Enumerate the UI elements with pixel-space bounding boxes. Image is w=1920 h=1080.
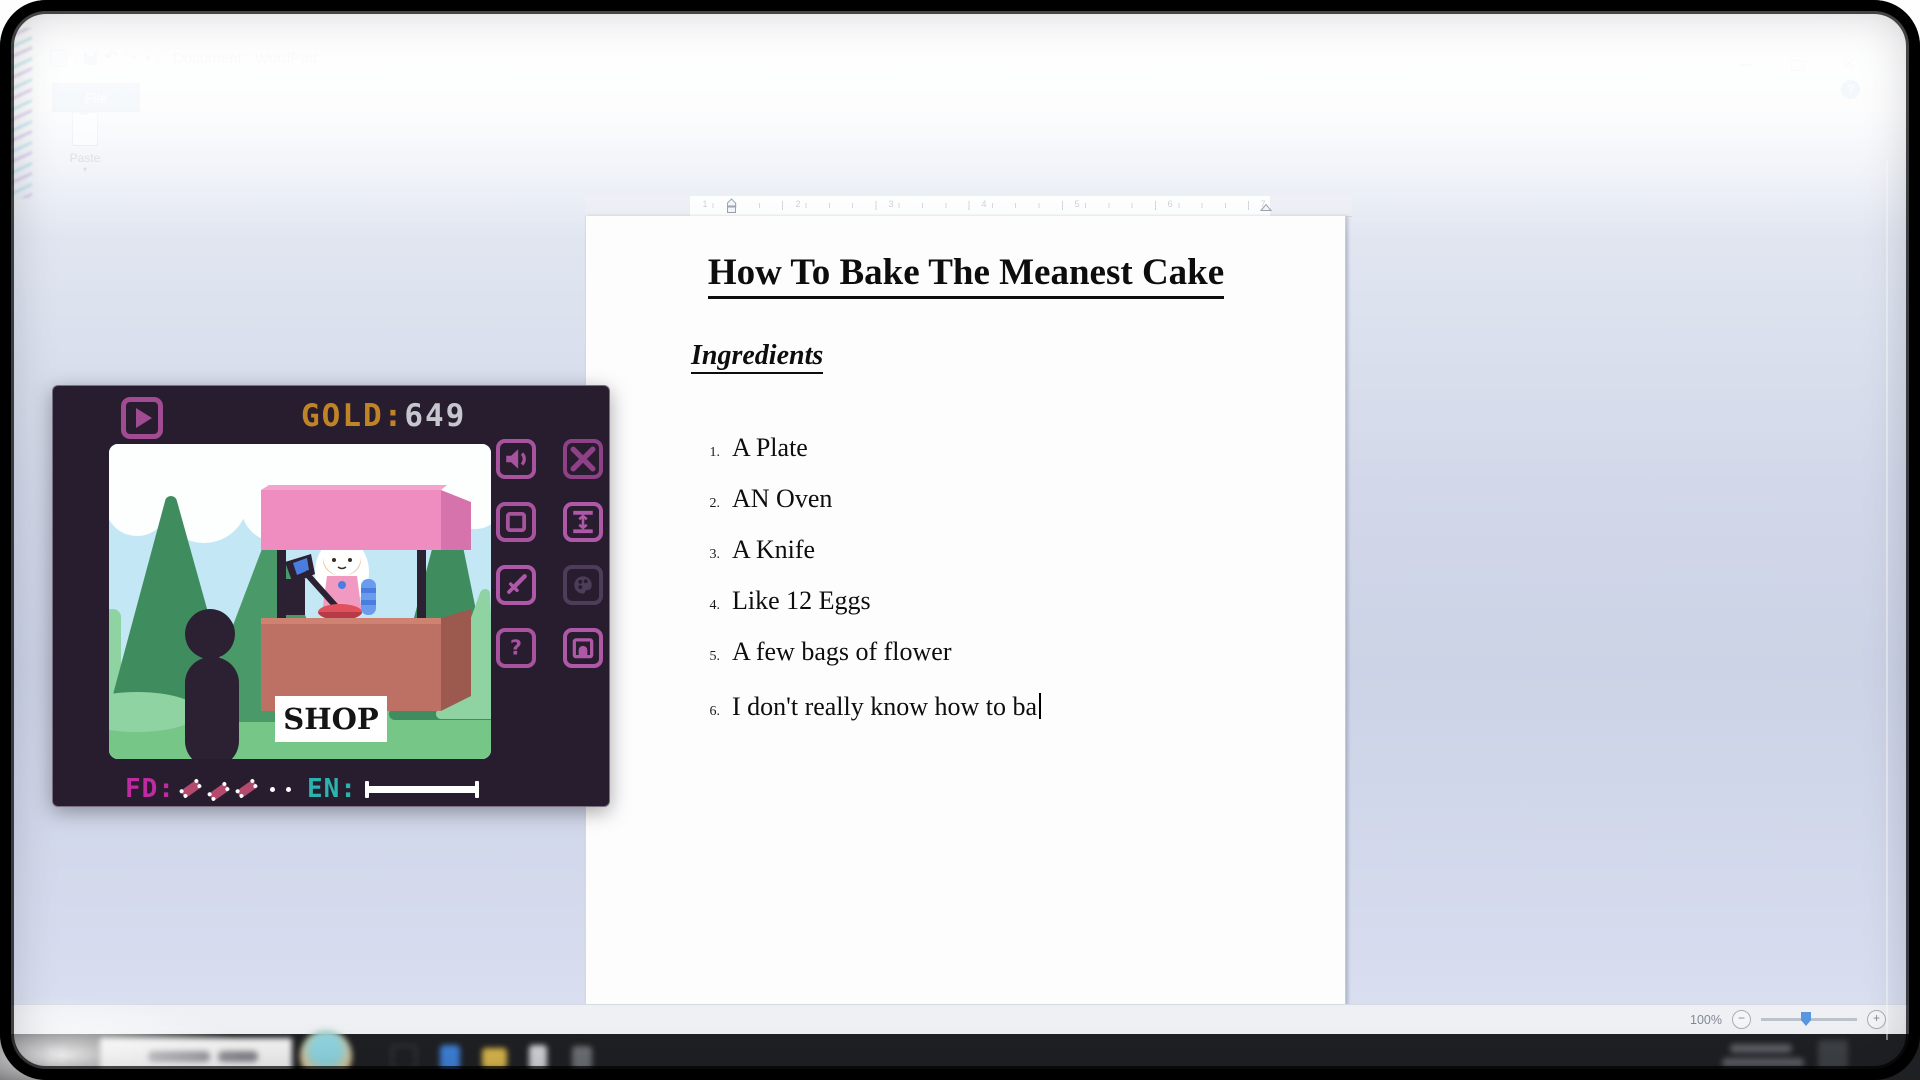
list-item: 3. A Knife <box>698 536 1041 569</box>
palette-button-disabled[interactable] <box>563 565 603 605</box>
close-x-icon <box>570 446 596 472</box>
play-icon <box>136 408 152 428</box>
speaker-icon <box>503 446 529 472</box>
shop-sign: SHOP <box>275 696 387 742</box>
section-heading: Ingredients <box>691 340 823 374</box>
indent-marker-left[interactable] <box>726 198 737 214</box>
energy-bar <box>365 781 479 798</box>
zoom-slider-thumb[interactable] <box>1801 1012 1811 1026</box>
play-button[interactable] <box>121 397 163 439</box>
ruler-left-margin <box>585 196 690 216</box>
ruler: 1 2 3 4 5 6 7 <box>585 196 1352 217</box>
zoom-in-button[interactable]: + <box>1867 1010 1886 1029</box>
window-title: Document - WordPad <box>173 50 317 67</box>
taskbar-search-input[interactable] <box>100 1038 292 1075</box>
zoom-level: 100% <box>1690 1013 1722 1027</box>
food-empty-dot <box>286 787 291 792</box>
document-title: How To Bake The Meanest Cake <box>708 252 1224 299</box>
zoom-widget: 100% − + <box>1690 1010 1886 1029</box>
taskbar <box>0 1034 1920 1080</box>
window-mode-button[interactable] <box>496 502 536 542</box>
zoom-out-button[interactable]: − <box>1732 1010 1751 1029</box>
redo-icon[interactable]: ↷ <box>125 51 138 65</box>
square-icon <box>503 509 529 535</box>
undo-icon[interactable]: ↶ <box>104 51 117 65</box>
help-game-button[interactable]: ? <box>496 628 536 668</box>
taskbar-app-light[interactable] <box>516 1036 560 1080</box>
indent-marker-right[interactable] <box>1260 203 1272 212</box>
food-label: FD: <box>125 774 175 804</box>
screen: | ↶ ↷ ▾ | Document - WordPad ✕ ? File Pa… <box>0 0 1920 1080</box>
paste-button[interactable]: Paste ▾ <box>58 112 112 186</box>
game-window: GOLD:649 <box>52 385 610 807</box>
list-item: 2. AN Oven <box>698 485 1041 518</box>
document-page[interactable]: How To Bake The Meanest Cake Ingredients… <box>585 216 1346 1006</box>
status-bar: 100% − + <box>0 1004 1920 1035</box>
list-item: 5. A few bags of flower <box>698 638 1041 671</box>
cortana-orb-icon[interactable] <box>300 1030 352 1080</box>
start-button[interactable] <box>48 1047 66 1065</box>
shop-stall-icon <box>570 635 596 661</box>
tab-file[interactable]: File <box>52 83 140 112</box>
text-cursor <box>1039 693 1041 719</box>
game-status-row: FD: EN: <box>125 773 479 805</box>
sword-icon <box>503 572 529 598</box>
list-item: 6. I don't really know how to ba <box>698 689 1041 726</box>
ruler-ticks <box>690 196 1270 216</box>
fit-height-icon <box>570 509 596 535</box>
list-item: 1. A Plate <box>698 434 1041 467</box>
bezel-highlight <box>1886 160 1888 1040</box>
shop-stall-button[interactable] <box>563 628 603 668</box>
gold-counter: GOLD:649 <box>301 398 466 434</box>
separator: | <box>157 51 160 66</box>
qat-dropdown-icon[interactable]: ▾ <box>145 53 150 64</box>
energy-label: EN: <box>307 774 357 804</box>
save-icon[interactable] <box>84 52 97 65</box>
wordpad-app-icon <box>50 50 67 67</box>
volume-button[interactable] <box>496 439 536 479</box>
list-item: 4. Like 12 Eggs <box>698 587 1041 620</box>
close-game-button[interactable] <box>563 439 603 479</box>
fit-height-button[interactable] <box>563 502 603 542</box>
weapon-button[interactable] <box>496 565 536 605</box>
tray-clock-blur <box>1730 1044 1792 1053</box>
question-mark-icon: ? <box>503 635 529 661</box>
ingredient-list: 1. A Plate 2. AN Oven 3. A Knife 4. Like… <box>698 434 1041 744</box>
ruler-right-margin <box>1270 196 1352 216</box>
window-controls: ✕ <box>1732 56 1862 74</box>
food-icon <box>179 778 203 800</box>
minimize-button[interactable] <box>1732 56 1758 74</box>
zoom-slider[interactable] <box>1761 1018 1857 1021</box>
separator: | <box>74 51 77 66</box>
food-empty-dot <box>270 787 275 792</box>
task-view-button[interactable] <box>382 1036 426 1080</box>
palette-icon <box>570 572 596 598</box>
active-app-indicator <box>560 1072 618 1076</box>
taskbar-app-yellow[interactable] <box>472 1036 516 1080</box>
person-silhouette <box>185 609 239 759</box>
close-button[interactable]: ✕ <box>1836 56 1862 74</box>
taskbar-app-blue[interactable] <box>428 1036 472 1080</box>
svg-text:?: ? <box>510 636 522 660</box>
food-icon <box>235 778 259 800</box>
restore-button[interactable] <box>1784 56 1810 74</box>
paste-clipboard-icon <box>72 112 98 146</box>
tray-icon[interactable] <box>1818 1040 1848 1070</box>
food-icon <box>207 781 231 803</box>
tray-date-blur <box>1722 1058 1804 1067</box>
help-button[interactable]: ? <box>1841 80 1860 99</box>
paste-dropdown-icon: ▾ <box>83 165 87 174</box>
bezel-reflection-streaks <box>4 28 32 198</box>
quick-access-toolbar: | ↶ ↷ ▾ | Document - WordPad <box>50 46 317 70</box>
game-viewport[interactable]: SHOP <box>109 444 491 759</box>
